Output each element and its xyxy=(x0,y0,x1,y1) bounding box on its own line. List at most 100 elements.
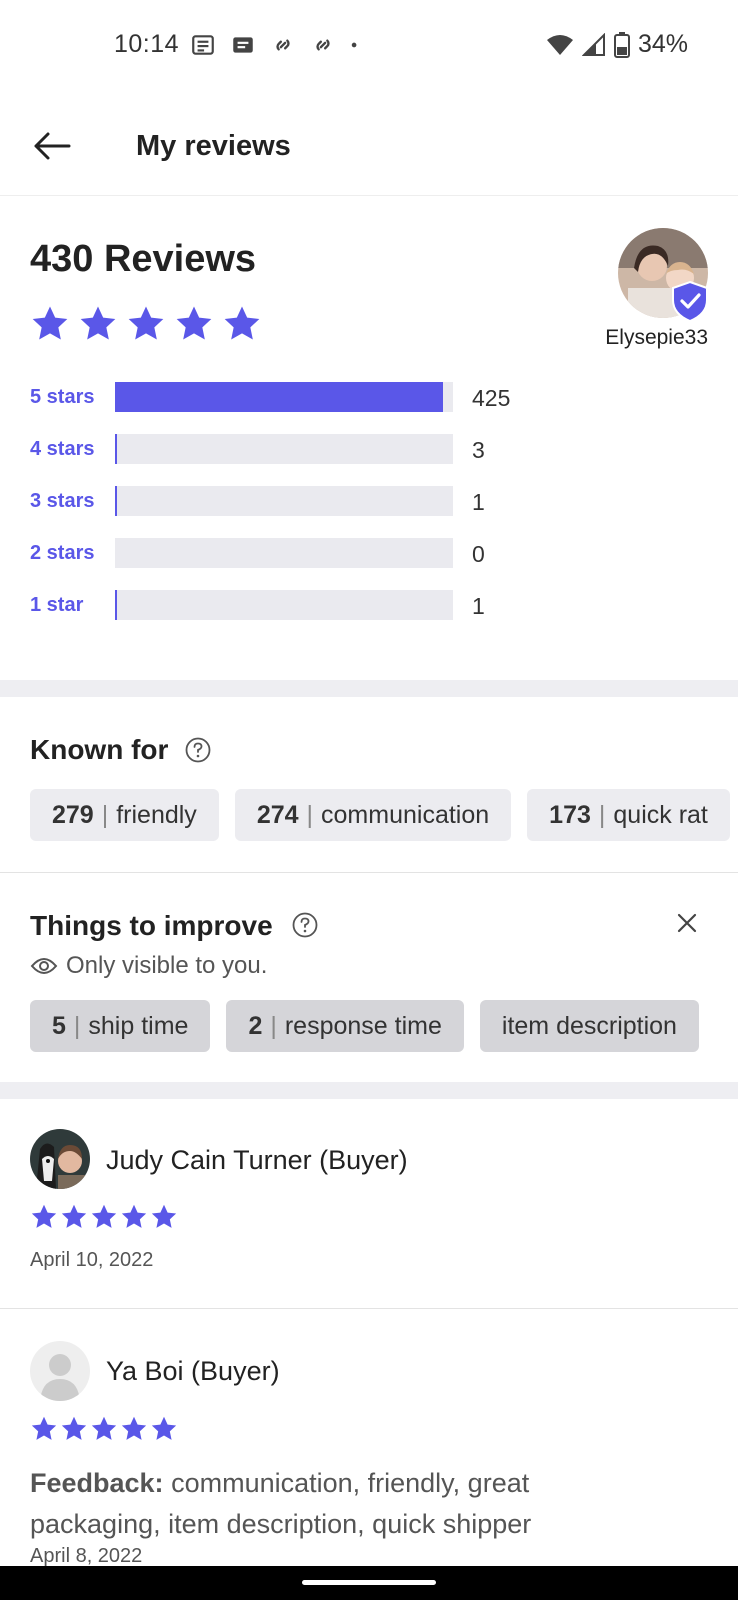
dot-icon xyxy=(351,42,357,48)
rating-bar-track xyxy=(115,382,453,412)
rating-bar-fill xyxy=(115,590,117,620)
star-icon xyxy=(32,306,68,340)
visibility-note-text: Only visible to you. xyxy=(66,952,268,979)
rating-row[interactable]: 2 stars 0 xyxy=(30,536,710,588)
chip-separator: | xyxy=(270,1011,277,1040)
review-feedback: Feedback: communication, friendly, great… xyxy=(30,1463,630,1545)
status-time: 10:14 xyxy=(114,30,180,58)
link-icon xyxy=(276,39,290,51)
reviewer-photo xyxy=(30,1129,90,1189)
review-item: Judy Cain Turner (Buyer) April 10, 2022 xyxy=(0,1099,738,1309)
section-divider xyxy=(0,680,738,697)
chip-separator: | xyxy=(598,800,606,829)
star-icon xyxy=(91,1416,117,1440)
improve-chips: 5 | ship time 2 | response time item descripti… xyxy=(30,1000,699,1052)
review-stars xyxy=(30,1415,178,1443)
tag-chip[interactable]: 5 | ship time xyxy=(30,1000,211,1052)
chip-count: 173 xyxy=(549,800,591,829)
star-icon xyxy=(121,1204,147,1228)
help-icon[interactable] xyxy=(292,912,318,938)
rating-row-label: 5 stars xyxy=(30,386,95,408)
chip-count: 5 xyxy=(52,1011,66,1040)
app-bar: My reviews xyxy=(0,100,738,196)
rating-row-label: 1 star xyxy=(30,594,84,616)
chip-separator: | xyxy=(73,1011,81,1040)
tag-chip[interactable]: 279 | friendly xyxy=(30,789,219,841)
chip-count: 279 xyxy=(52,800,94,829)
review-stars xyxy=(30,1203,178,1231)
rating-distribution: 5 stars 425 4 stars 3 3 stars 1 2 stars 0 1 star… xyxy=(30,380,710,640)
battery-icon xyxy=(613,31,630,58)
avatar[interactable] xyxy=(30,1129,90,1189)
star-icon xyxy=(128,306,164,340)
back-button[interactable] xyxy=(28,122,76,170)
rating-bar-track xyxy=(115,434,453,464)
star-icon xyxy=(176,306,212,340)
known-for-chips: 279 | friendly 274 | communication 173 | quick r… xyxy=(30,789,730,841)
star-icon xyxy=(61,1416,87,1440)
things-to-improve-title: Things to improve xyxy=(30,910,273,941)
star-icon xyxy=(31,1204,57,1228)
rating-row-count: 1 xyxy=(472,593,485,619)
link-icon xyxy=(316,39,330,51)
status-bar: 10:14 34% xyxy=(0,0,738,96)
username: Elysepie33 xyxy=(605,326,708,349)
chip-separator: | xyxy=(306,800,314,829)
rating-bar-fill xyxy=(115,434,117,464)
tag-chip[interactable]: 173 | quick rat xyxy=(527,789,730,841)
star-icon xyxy=(151,1204,177,1228)
star-icon xyxy=(121,1416,147,1440)
rating-row-label: 3 stars xyxy=(30,490,95,512)
chip-label: ship time xyxy=(88,1011,189,1040)
battery-percent: 34% xyxy=(637,30,688,58)
rating-row[interactable]: 3 stars 1 xyxy=(30,484,710,536)
rating-bar-fill xyxy=(115,486,117,516)
reviewer-name: Ya Boi (Buyer) xyxy=(106,1356,280,1386)
wifi-icon xyxy=(546,34,573,55)
rating-row-count: 0 xyxy=(472,541,485,567)
star-icon xyxy=(151,1416,177,1440)
newspaper-icon xyxy=(192,35,214,55)
chip-label: friendly xyxy=(116,800,197,829)
feedback-label: Feedback: xyxy=(30,1468,164,1498)
tag-chip[interactable]: item description xyxy=(479,1000,699,1052)
known-for-title: Known for xyxy=(30,734,169,765)
chip-label: communication xyxy=(321,800,490,829)
verified-badge-icon xyxy=(672,280,708,322)
tag-chip[interactable]: 2 | response time xyxy=(226,1000,464,1052)
average-rating-stars xyxy=(30,304,262,344)
rating-row-count: 3 xyxy=(472,437,485,463)
rating-bar-track xyxy=(115,486,453,516)
chip-label: response time xyxy=(284,1011,442,1040)
rating-row[interactable]: 4 stars 3 xyxy=(30,432,710,484)
rating-row[interactable]: 5 stars 425 xyxy=(30,380,710,432)
reviews-summary: 430 Reviews Elysepie33 5 stars 425 4 stars… xyxy=(0,198,738,680)
default-avatar-icon xyxy=(30,1341,90,1401)
system-nav-bar xyxy=(0,1566,738,1600)
visibility-note: Only visible to you. xyxy=(30,952,267,980)
eye-icon xyxy=(30,958,58,974)
rating-bar-track xyxy=(115,538,453,568)
close-icon xyxy=(677,913,697,933)
chip-separator: | xyxy=(101,800,109,829)
rating-row-count: 1 xyxy=(472,489,485,515)
rating-bar-track xyxy=(115,590,453,620)
rating-row-label: 4 stars xyxy=(30,438,95,460)
star-icon xyxy=(61,1204,87,1228)
review-item: Ya Boi (Buyer) Feedback: communication, … xyxy=(0,1309,738,1569)
close-button[interactable] xyxy=(672,908,702,938)
notification-icons xyxy=(190,32,364,58)
reviewer-name: Judy Cain Turner (Buyer) xyxy=(106,1145,408,1175)
avatar[interactable] xyxy=(30,1341,90,1401)
section-divider xyxy=(0,1082,738,1099)
rating-bar-fill xyxy=(115,382,443,412)
chip-label: quick rat xyxy=(613,800,708,829)
home-gesture-handle[interactable] xyxy=(302,1580,436,1585)
page-title: My reviews xyxy=(136,130,291,162)
rating-row[interactable]: 1 star 1 xyxy=(30,588,710,640)
help-icon[interactable] xyxy=(185,737,211,763)
tag-chip[interactable]: 274 | communication xyxy=(234,789,512,841)
arrow-left-icon xyxy=(34,132,71,160)
rating-row-label: 2 stars xyxy=(30,542,95,564)
system-icons: 34% xyxy=(546,30,688,59)
